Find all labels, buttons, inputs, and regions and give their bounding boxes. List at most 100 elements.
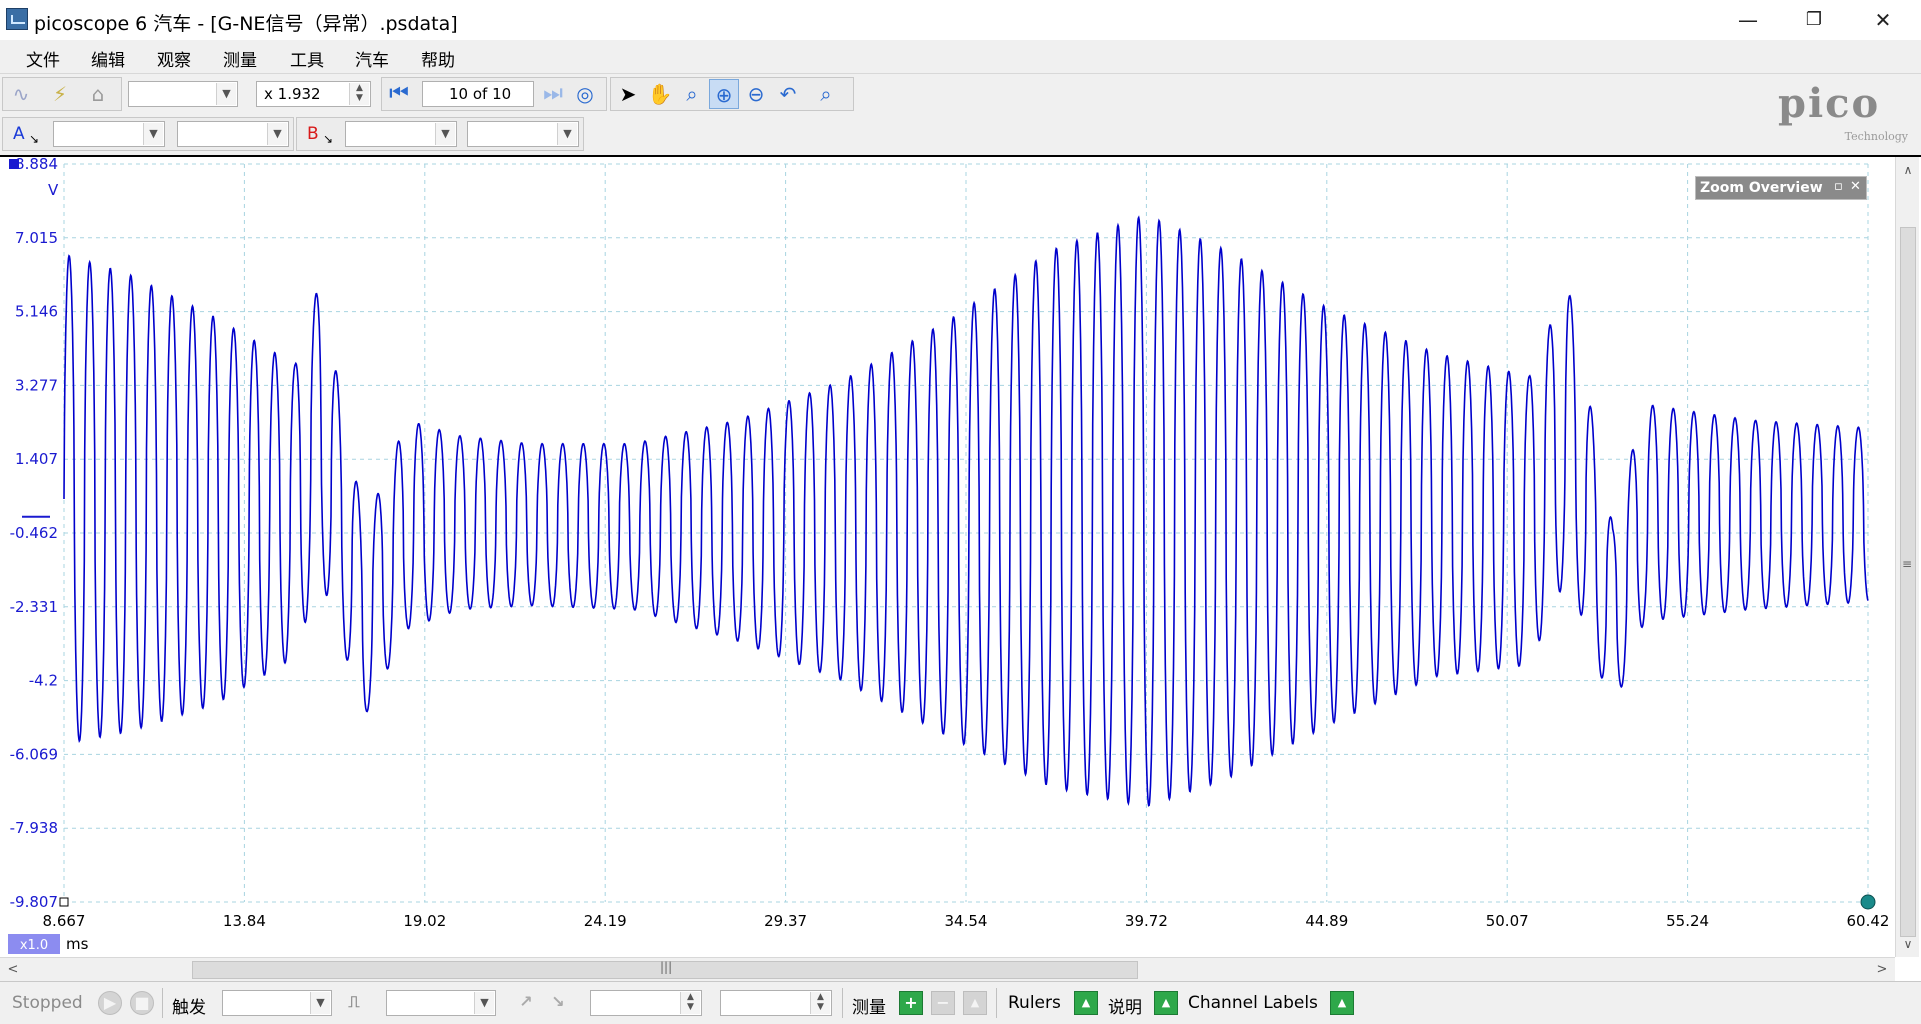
zoom-factor-stepper[interactable]: x 1.932 ▲ ▼: [256, 81, 371, 107]
main-toolbar: ∿ ⚡ ⌂ ▼ x 1.932 ▲ ▼ ⏮ 10 of 10 ⏭ ◎ ➤ ✋ ⌕ …: [0, 74, 1921, 114]
trigger-label: 触发: [172, 998, 206, 1018]
close-icon[interactable]: ✕: [1850, 179, 1861, 194]
chevron-down-icon: ▼: [435, 123, 455, 145]
x-tick-label: 8.667: [43, 912, 86, 930]
trigger-marker[interactable]: [1860, 894, 1876, 910]
trigger-level-stepper[interactable]: ▲ ▼: [590, 990, 702, 1016]
zoom-overview-panel[interactable]: Zoom Overview ▫ ✕: [1695, 176, 1867, 200]
zoom-in-icon[interactable]: ⊕: [709, 79, 739, 109]
x-axis-unit: ms: [66, 935, 89, 953]
restore-button[interactable]: ❐: [1783, 0, 1845, 40]
vertical-scrollbar[interactable]: ∧ ≡ ∨: [1895, 157, 1919, 957]
pin-icon[interactable]: ▫: [1834, 179, 1843, 194]
trigger-mode-select[interactable]: ▼: [222, 990, 332, 1016]
zoom-out-icon[interactable]: ⊖: [741, 79, 771, 109]
pointer-tool-icon[interactable]: ➤: [613, 79, 643, 109]
logo-sub-text: Technology: [1844, 130, 1908, 143]
divider: [842, 988, 843, 1018]
zoom-select-icon[interactable]: ⌕: [677, 79, 707, 109]
notes-toggle-icon[interactable]: ▲: [1154, 991, 1178, 1015]
chevron-down-icon: ▼: [143, 123, 163, 145]
x-tick-label: 50.07: [1486, 912, 1529, 930]
stepper-arrows-icon[interactable]: ▲ ▼: [810, 992, 830, 1014]
menu-view[interactable]: 观察: [157, 46, 191, 71]
minimize-button[interactable]: —: [1717, 0, 1779, 40]
stepper-arrows-icon[interactable]: ▲ ▼: [680, 992, 700, 1014]
toolbar-group-zoom: ➤ ✋ ⌕ ⊕ ⊖ ↶ ⌕: [610, 77, 854, 111]
channel-b-coupling-select[interactable]: ▼: [467, 121, 579, 147]
falling-edge-icon[interactable]: ↘: [546, 991, 570, 1015]
rulers-toggle-icon[interactable]: ▲: [1074, 991, 1098, 1015]
channel-b-group: B ↘ ▼ ▼: [296, 117, 584, 151]
hand-tool-icon[interactable]: ✋: [645, 79, 675, 109]
add-measurement-icon[interactable]: +: [899, 991, 923, 1015]
edit-measurement-icon[interactable]: ▲: [963, 991, 987, 1015]
chevron-down-icon: ▼: [216, 83, 236, 105]
scope-view[interactable]: 8.884 7.015 5.146 3.277 1.407 -0.462 -2.331 -4.…: [0, 155, 1921, 981]
pico-logo: pico Technology: [1778, 80, 1916, 144]
start-capture-icon[interactable]: ▶: [98, 991, 122, 1015]
status-bar: Stopped ▶ ■ 触发 ▼ ⎍ ▼ ↗ ↘ ▲ ▼ ▲ ▼ 测量 + − ▲ …: [0, 981, 1921, 1024]
scroll-right-icon[interactable]: >: [1871, 959, 1893, 981]
measurements-label: 测量: [852, 998, 886, 1018]
channel-a-label[interactable]: A: [13, 124, 25, 144]
x-tick-label: 44.89: [1305, 912, 1348, 930]
toolbar-group-scope: ∿ ⚡ ⌂: [2, 77, 122, 111]
next-buffer-icon[interactable]: ⏭: [538, 79, 568, 109]
menu-tools[interactable]: 工具: [290, 46, 324, 71]
scope-mode-icon[interactable]: ∿: [6, 79, 36, 109]
menu-file[interactable]: 文件: [26, 46, 60, 71]
y-tick-label: -7.938: [10, 819, 58, 837]
menu-measure[interactable]: 测量: [223, 46, 257, 71]
y-tick-label: -9.807: [10, 893, 58, 911]
buffer-page-field[interactable]: 10 of 10: [422, 81, 534, 107]
channel-labels-toggle-icon[interactable]: ▲: [1330, 991, 1354, 1015]
menu-automotive[interactable]: 汽车: [355, 46, 389, 71]
scroll-left-icon[interactable]: <: [2, 959, 24, 981]
stepper-arrows-icon[interactable]: ▲ ▼: [349, 83, 369, 105]
close-button[interactable]: ✕: [1852, 0, 1914, 40]
horizontal-scrollbar[interactable]: < ||| >: [0, 957, 1895, 981]
channel-a-coupling-select[interactable]: ▼: [177, 121, 289, 147]
menu-help[interactable]: 帮助: [421, 46, 455, 71]
chevron-down-icon: ▼: [267, 123, 287, 145]
undo-zoom-icon[interactable]: ↶: [773, 79, 803, 109]
waveform-chart[interactable]: 8.884 7.015 5.146 3.277 1.407 -0.462 -2.331 -4.…: [0, 157, 1921, 983]
channel-a-range-select[interactable]: ▼: [53, 121, 165, 147]
scroll-down-icon[interactable]: ∨: [1898, 933, 1918, 955]
notes-label: 说明: [1108, 998, 1142, 1018]
advanced-trigger-icon[interactable]: ⎍: [342, 991, 366, 1015]
channel-b-range-select[interactable]: ▼: [345, 121, 457, 147]
zoom-100-icon[interactable]: ⌕: [811, 79, 841, 109]
home-icon[interactable]: ⌂: [83, 79, 113, 109]
toolbar-group-buffer: ⏮ 10 of 10 ⏭ ◎: [381, 77, 607, 111]
channel-a-axis-marker[interactable]: [9, 159, 19, 169]
x-tick-label: 55.24: [1666, 912, 1709, 930]
timebase-select[interactable]: ▼: [128, 81, 238, 107]
channel-toolbar: A ↘ ▼ ▼ B ↘ ▼ ▼: [0, 114, 1921, 155]
menu-bar: 文件 编辑 观察 测量 工具 汽车 帮助: [0, 40, 1921, 74]
y-tick-label: 1.407: [15, 450, 58, 468]
channel-a-group: A ↘ ▼ ▼: [2, 117, 294, 151]
scroll-up-icon[interactable]: ∧: [1898, 159, 1918, 181]
vertical-scroll-thumb[interactable]: [1900, 227, 1916, 937]
buffer-navigator-icon[interactable]: ◎: [570, 79, 600, 109]
auto-setup-icon[interactable]: ⚡: [45, 79, 75, 109]
stop-capture-icon[interactable]: ■: [130, 991, 154, 1015]
rising-edge-icon[interactable]: ↗: [514, 991, 538, 1015]
pre-trigger-stepper[interactable]: ▲ ▼: [720, 990, 832, 1016]
x-zoom-badge-label: x1.0: [20, 938, 48, 953]
bottom-left-handle[interactable]: [59, 897, 69, 907]
y-tick-label: -6.069: [10, 745, 58, 763]
remove-measurement-icon[interactable]: −: [931, 991, 955, 1015]
menu-edit[interactable]: 编辑: [91, 46, 125, 71]
first-buffer-icon[interactable]: ⏮: [384, 79, 414, 109]
grip-icon: |||: [660, 960, 673, 974]
chevron-down-icon: ▼: [474, 992, 494, 1014]
trigger-channel-select[interactable]: ▼: [386, 990, 496, 1016]
y-tick-label: 5.146: [15, 303, 58, 321]
y-tick-label: -4.2: [29, 672, 58, 690]
grip-icon: ≡: [1902, 557, 1913, 571]
channel-b-label[interactable]: B: [307, 124, 319, 144]
channel-b-arrow-icon: ↘: [323, 132, 334, 146]
